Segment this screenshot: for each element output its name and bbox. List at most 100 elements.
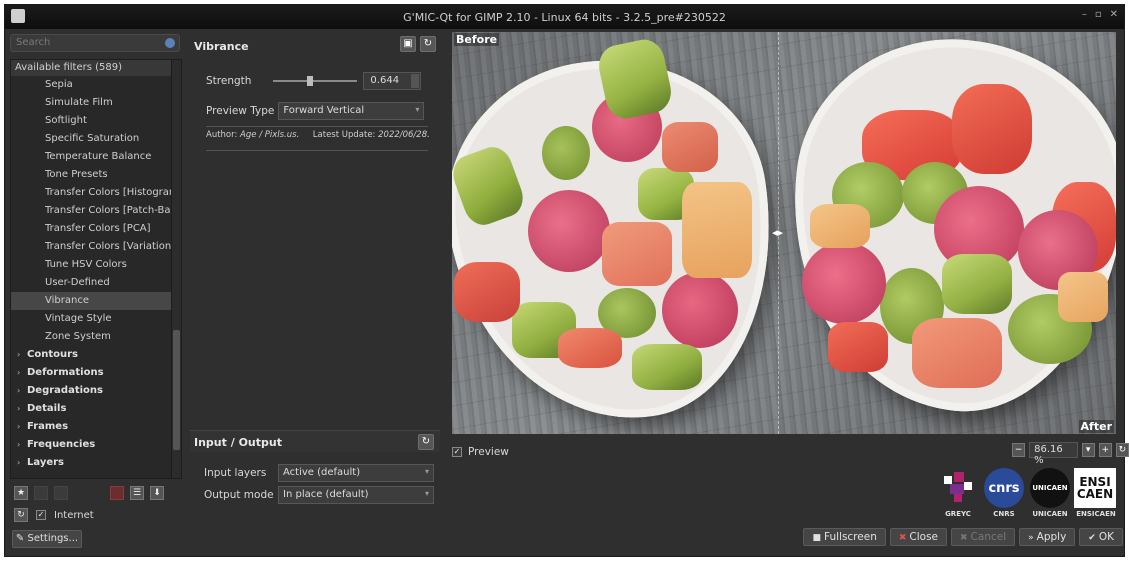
partner-logos: GREYC cnrs CNRS UNICAEN UNICAEN ENSI CAE… bbox=[938, 468, 1116, 522]
filter-item[interactable]: Transfer Colors [PCA] bbox=[11, 220, 171, 238]
ok-icon: ✔ bbox=[1088, 533, 1096, 543]
io-reset-icon[interactable]: ↻ bbox=[418, 434, 434, 450]
chevron-down-icon: ▾ bbox=[415, 105, 420, 114]
expand-arrow-icon: › bbox=[17, 440, 21, 449]
internet-checkbox[interactable]: ✓ bbox=[36, 510, 46, 520]
filter-tree[interactable]: Available filters (589) Sepia Simulate F… bbox=[10, 59, 182, 479]
strength-slider[interactable] bbox=[273, 76, 358, 86]
filter-item[interactable]: Transfer Colors [Variationa bbox=[11, 238, 171, 256]
settings-button[interactable]: ✎ Settings... bbox=[12, 530, 82, 548]
maximize-icon[interactable]: ▫ bbox=[1095, 9, 1102, 20]
minimize-icon[interactable]: – bbox=[1082, 9, 1087, 20]
internet-label: Internet bbox=[54, 509, 94, 521]
split-handle-icon[interactable]: ◂▸ bbox=[772, 226, 783, 239]
filter-item[interactable]: Vintage Style bbox=[11, 310, 171, 328]
refresh-preview-icon[interactable]: ↻ bbox=[1115, 443, 1129, 457]
filter-item[interactable]: Tone Presets bbox=[11, 166, 171, 184]
folder-layers[interactable]: › Layers bbox=[11, 454, 181, 472]
cancel-button[interactable]: ✖ Cancel bbox=[951, 528, 1016, 546]
folder-details[interactable]: › Details bbox=[11, 400, 181, 418]
before-label: Before bbox=[454, 33, 500, 46]
internet-row: ↻ ✓ Internet bbox=[14, 508, 94, 522]
filter-item[interactable]: Temperature Balance bbox=[11, 148, 171, 166]
refresh-icon[interactable]: ↻ bbox=[14, 508, 28, 522]
ok-button[interactable]: ✔ OK bbox=[1079, 528, 1123, 546]
dialog-buttons: ■ Fullscreen ✖ Close ✖ Cancel » Apply ✔ OK bbox=[803, 528, 1123, 546]
filters-header: Available filters (589) bbox=[11, 60, 181, 76]
grape bbox=[542, 126, 590, 180]
output-mode-value: In place (default) bbox=[283, 489, 369, 500]
filter-item[interactable]: Sepia bbox=[11, 76, 171, 94]
preview-label: Preview bbox=[468, 446, 509, 458]
output-mode-select[interactable]: In place (default) ▾ bbox=[278, 486, 434, 504]
filter-item[interactable]: Softlight bbox=[11, 112, 171, 130]
cnrs-logo: cnrs bbox=[984, 468, 1024, 508]
ok-label: OK bbox=[1098, 531, 1114, 543]
strength-spinbox[interactable]: 0.644 bbox=[363, 72, 422, 90]
folder-degradations[interactable]: › Degradations bbox=[11, 382, 181, 400]
folder-label: Deformations bbox=[27, 367, 104, 378]
zoom-menu-icon[interactable]: ▾ bbox=[1081, 443, 1095, 457]
strawberry bbox=[454, 262, 520, 322]
raspberry bbox=[528, 190, 610, 272]
folder-deformations[interactable]: › Deformations bbox=[11, 364, 181, 382]
preview-checkbox[interactable]: ✓ bbox=[452, 447, 462, 457]
title-bar: G'MIC-Qt for GIMP 2.10 - Linux 64 bits -… bbox=[5, 5, 1124, 29]
chevron-down-icon: ▾ bbox=[424, 467, 429, 476]
io-title: Input / Output bbox=[194, 436, 282, 449]
hide-filter-icon[interactable] bbox=[110, 486, 124, 500]
folder-contours[interactable]: › Contours bbox=[11, 346, 181, 364]
fave-remove-icon[interactable] bbox=[34, 486, 48, 500]
filter-item[interactable]: Specific Saturation bbox=[11, 130, 171, 148]
raspberry bbox=[802, 242, 886, 324]
separator bbox=[206, 150, 428, 151]
search-input[interactable]: Search bbox=[10, 34, 180, 52]
input-layers-row: Input layers Active (default) ▾ bbox=[204, 464, 434, 482]
separator bbox=[206, 126, 428, 127]
grapefruit bbox=[602, 222, 672, 286]
input-layers-select[interactable]: Active (default) ▾ bbox=[278, 464, 434, 482]
zoom-in-icon[interactable]: + bbox=[1098, 443, 1112, 457]
grapefruit bbox=[912, 318, 1002, 388]
filter-item[interactable]: Transfer Colors [Patch-Bas bbox=[11, 202, 171, 220]
fullscreen-button[interactable]: ■ Fullscreen bbox=[803, 528, 886, 546]
folder-label: Layers bbox=[27, 457, 64, 468]
preview-image[interactable]: ◂▸ Before After bbox=[452, 32, 1116, 434]
zoom-field[interactable]: 86.16 % bbox=[1029, 442, 1078, 466]
zoom-out-icon[interactable]: − bbox=[1012, 443, 1026, 457]
list-view-icon[interactable]: ☰ bbox=[130, 486, 144, 500]
spin-arrows-icon[interactable] bbox=[411, 74, 420, 88]
close-window-icon[interactable]: ✕ bbox=[1110, 9, 1118, 20]
apply-icon: » bbox=[1028, 533, 1034, 543]
grapefruit bbox=[662, 122, 718, 172]
fave-add-icon[interactable]: ★ bbox=[14, 486, 28, 500]
greyc-caption: GREYC bbox=[945, 510, 971, 518]
copy-command-icon[interactable]: ▣ bbox=[400, 36, 416, 52]
folder-frames[interactable]: › Frames bbox=[11, 418, 181, 436]
filter-item[interactable]: Tune HSV Colors bbox=[11, 256, 171, 274]
search-placeholder: Search bbox=[16, 37, 51, 48]
scrollbar-thumb[interactable] bbox=[173, 330, 180, 450]
folder-frequencies[interactable]: › Frequencies bbox=[11, 436, 181, 454]
reset-params-icon[interactable]: ↻ bbox=[420, 36, 436, 52]
filter-item[interactable]: User-Defined bbox=[11, 274, 171, 292]
expand-arrow-icon: › bbox=[17, 350, 21, 359]
filter-item[interactable]: Simulate Film bbox=[11, 94, 171, 112]
download-icon[interactable]: ⬇ bbox=[150, 486, 164, 500]
close-button[interactable]: ✖ Close bbox=[889, 528, 947, 546]
expand-arrow-icon: › bbox=[17, 422, 21, 431]
filter-item[interactable]: Transfer Colors [Histogram bbox=[11, 184, 171, 202]
fave-rename-icon[interactable] bbox=[54, 486, 68, 500]
strength-value: 0.644 bbox=[370, 75, 400, 86]
strength-row: Strength 0.644 bbox=[206, 72, 422, 90]
preview-toggle[interactable]: ✓ Preview bbox=[452, 446, 509, 458]
filter-item-selected[interactable]: Vibrance bbox=[11, 292, 171, 310]
apply-button[interactable]: » Apply bbox=[1019, 528, 1076, 546]
filter-item[interactable]: Zone System bbox=[11, 328, 171, 346]
preview-type-row: Preview Type Forward Vertical ▾ bbox=[206, 102, 425, 120]
preview-type-select[interactable]: Forward Vertical ▾ bbox=[278, 102, 425, 120]
tree-scrollbar[interactable] bbox=[171, 60, 181, 478]
slider-handle[interactable] bbox=[307, 76, 314, 86]
search-icon[interactable] bbox=[165, 38, 175, 48]
update-value: 2022/06/28. bbox=[378, 130, 430, 140]
